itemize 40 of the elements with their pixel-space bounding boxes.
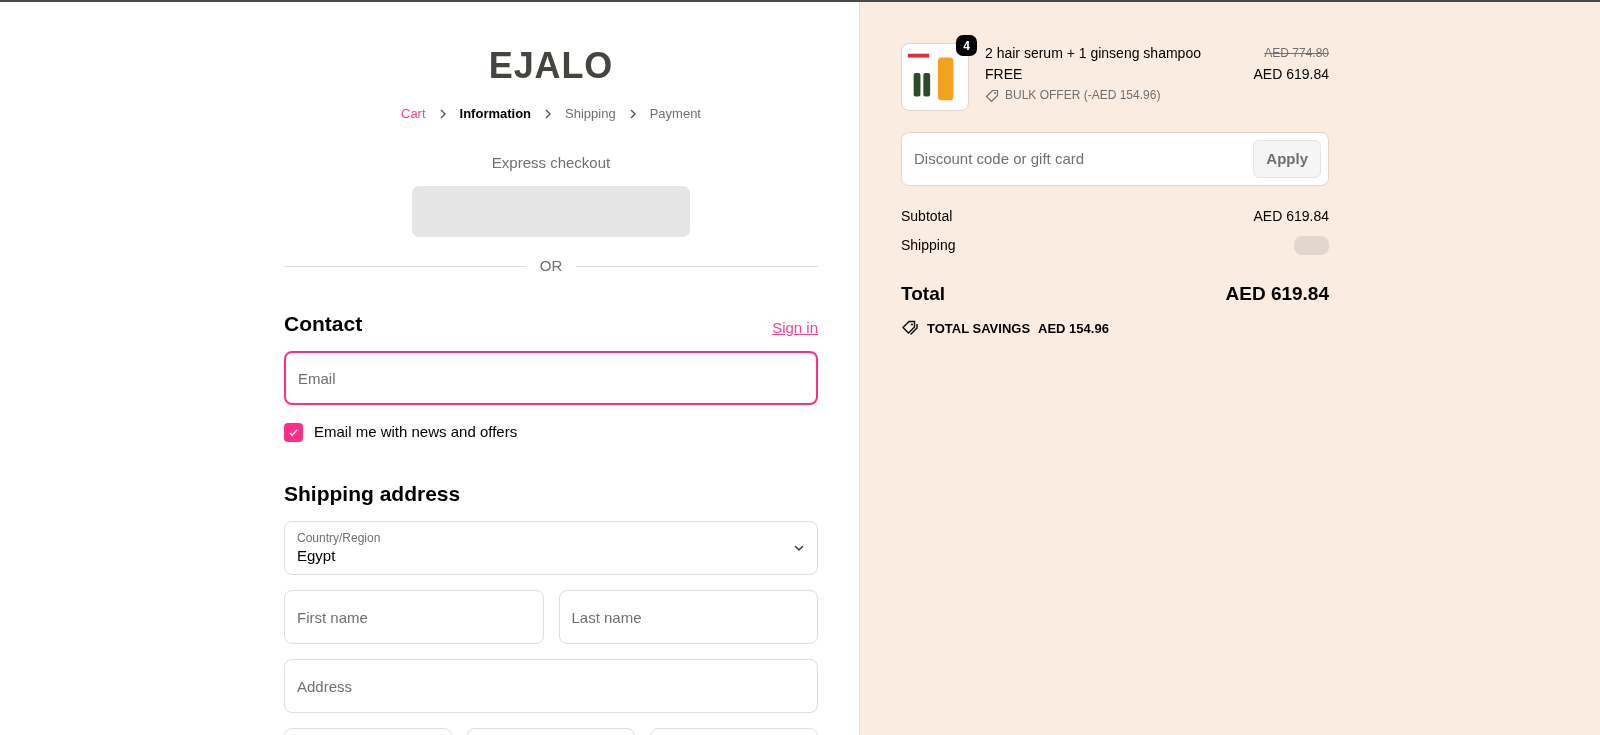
product-price: AED 619.84 [1253, 65, 1329, 84]
apply-button[interactable]: Apply [1253, 140, 1321, 178]
sign-in-link[interactable]: Sign in [772, 316, 818, 339]
original-price: AED 774.80 [1264, 45, 1329, 62]
savings-label: TOTAL SAVINGS [927, 319, 1031, 338]
checkbox-label: Email me with news and offers [314, 422, 518, 442]
tag-icon [985, 88, 999, 103]
section-label: Express checkout [491, 152, 611, 173]
breadcrumb-step: Shipping [565, 104, 616, 124]
loading-placeholder [1294, 236, 1329, 255]
total-value: AED 619.84 [1225, 282, 1329, 306]
breadcrumb-step: Payment [649, 104, 701, 124]
summary-label: Subtotal [901, 207, 953, 226]
product-variant: FREE [985, 65, 1024, 84]
discount-label: BULK OFFER (-AED 154.96) [1005, 87, 1161, 104]
field-value: Egypt [297, 546, 337, 565]
breadcrumb-step: Information [459, 104, 532, 124]
field-label: Country/Region [297, 531, 381, 546]
text-field[interactable]: First name [284, 590, 544, 644]
checkbox[interactable] [284, 422, 303, 442]
breadcrumb-step[interactable]: Cart [401, 104, 426, 124]
product-bottles-drawing [907, 53, 954, 101]
product-title: 2 hair serum + 1 ginseng shampoo [985, 44, 1202, 63]
tags-icon [901, 320, 919, 337]
savings-value: AED 154.96 [1038, 319, 1109, 338]
summary-value: AED 619.84 [1253, 207, 1329, 226]
total-label: Total [901, 282, 945, 306]
country-select[interactable]: Country/Region Egypt [284, 521, 818, 575]
section-heading: Contact [284, 310, 363, 337]
express-checkout-placeholder[interactable] [412, 186, 690, 237]
summary-label: Shipping [901, 236, 956, 255]
divider-label: OR [539, 256, 563, 276]
quantity-badge: 4 [956, 35, 977, 56]
store-logo[interactable]: EJALO [488, 46, 614, 86]
text-field[interactable]: Address [284, 659, 818, 713]
text-field[interactable]: Last name [558, 590, 818, 644]
email-field[interactable]: Email [284, 351, 818, 405]
section-heading: Shipping address [284, 480, 462, 507]
discount-code-field[interactable]: Discount code or gift card Apply [901, 132, 1329, 186]
check-icon [288, 426, 299, 438]
